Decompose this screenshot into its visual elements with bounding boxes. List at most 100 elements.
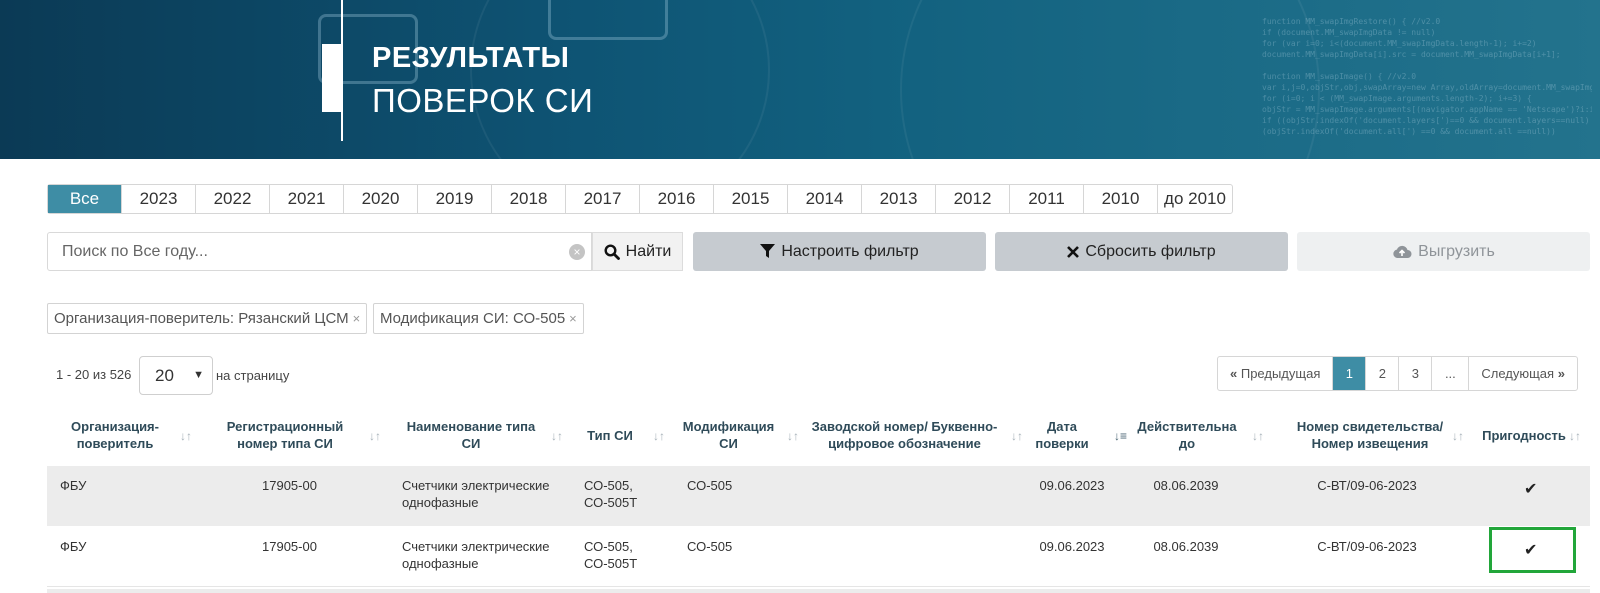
cell-modification: СО-505 <box>687 539 733 554</box>
find-button-label: Найти <box>625 242 672 260</box>
pagination: « Предыдущая 1 2 3 ... Следующая » <box>1217 356 1578 391</box>
sort-icon[interactable]: ↓↑ <box>1252 429 1264 443</box>
clear-icon[interactable]: × <box>569 244 585 260</box>
cell-certificate: С-ВТ/09-06-2023 <box>1317 539 1417 554</box>
sort-icon[interactable]: ↓↑ <box>369 429 381 443</box>
sort-icon[interactable]: ↓↑ <box>551 429 563 443</box>
search-input[interactable] <box>48 233 548 270</box>
cell-valid-until: 08.06.2039 <box>1153 478 1219 493</box>
cell-date: 09.06.2023 <box>1039 539 1105 554</box>
sort-icon[interactable]: ↓↑ <box>1569 429 1581 443</box>
column-header-type[interactable]: Тип СИ <box>580 405 640 465</box>
sort-icon[interactable]: ↓↑ <box>787 429 799 443</box>
tab-year[interactable]: 2012 <box>936 185 1010 213</box>
tab-all[interactable]: Все <box>48 185 122 213</box>
table-row[interactable]: ФБУ 17905-00 Счетчики электрические одно… <box>47 527 1590 587</box>
find-button[interactable]: Найти <box>592 232 683 271</box>
code-line: function MM_swapImgRestore() { //v2.0 <box>1262 17 1441 26</box>
tab-year[interactable]: 2018 <box>492 185 566 213</box>
result-count: 1 - 20 из 526 <box>56 367 132 382</box>
cell-valid-until: 08.06.2039 <box>1153 539 1219 554</box>
banner-code-art: function MM_swapImgRestore() { //v2.0 if … <box>1262 16 1592 137</box>
cell-registration: 17905-00 <box>262 478 317 493</box>
code-line: for (i=0; i < (MM_swapImage.arguments.le… <box>1262 94 1532 103</box>
code-line: for (var i=0; i<(document.MM_swapImgData… <box>1262 39 1537 48</box>
search-box: × <box>47 232 592 271</box>
per-page-select[interactable]: 20 ▼ <box>139 356 213 395</box>
per-page-value: 20 <box>155 366 174 385</box>
remove-chip-icon[interactable]: × <box>569 311 577 326</box>
code-line: function MM_swapImage() { //v2.0 <box>1262 72 1417 81</box>
year-tabs: Все 2023 2022 2021 2020 2019 2018 2017 2016 2015 2… <box>47 184 1233 214</box>
code-line: (objStr.indexOf('document.all[') ==0 && … <box>1262 127 1556 136</box>
column-header-valid-until[interactable]: Действительна до <box>1137 405 1237 465</box>
reset-filter-label: Сбросить фильтр <box>1085 242 1216 260</box>
page-title: РЕЗУЛЬТАТЫ <box>372 42 570 74</box>
banner-accent-bar <box>322 44 342 112</box>
tab-year[interactable]: 2016 <box>640 185 714 213</box>
tab-year[interactable]: 2010 <box>1084 185 1158 213</box>
column-header-suitability[interactable]: Пригодность <box>1479 405 1569 465</box>
column-header-modification[interactable]: Модификация СИ <box>676 405 781 465</box>
sort-icon[interactable]: ↓↑ <box>653 429 665 443</box>
cell-organization: ФБУ <box>60 539 87 554</box>
tab-year[interactable]: 2014 <box>788 185 862 213</box>
code-line: if (document.MM_swapImgData != null) <box>1262 28 1436 37</box>
remove-chip-icon[interactable]: × <box>353 311 361 326</box>
reset-filter-button[interactable]: Сбросить фильтр <box>995 232 1288 271</box>
tab-year[interactable]: 2017 <box>566 185 640 213</box>
tab-year[interactable]: до 2010 <box>1158 185 1232 213</box>
column-header-organization[interactable]: Организация-поверитель <box>55 405 175 465</box>
table-row-partial <box>47 589 1590 593</box>
checkmark-icon: ✔ <box>1524 542 1538 559</box>
next-page-button[interactable]: Следующая » <box>1469 357 1577 390</box>
chevron-down-icon: ▼ <box>193 369 204 381</box>
configure-filter-button[interactable]: Настроить фильтр <box>693 232 986 271</box>
page-3-button[interactable]: 3 <box>1399 357 1433 390</box>
column-header-date[interactable]: Дата поверки <box>1032 405 1092 465</box>
column-header-serial[interactable]: Заводской номер/ Буквенно-цифровое обозн… <box>807 405 1002 465</box>
tab-year[interactable]: 2013 <box>862 185 936 213</box>
cell-date: 09.06.2023 <box>1039 478 1105 493</box>
sort-descending-icon[interactable]: ↓≡ <box>1114 429 1127 443</box>
filter-icon <box>760 244 776 258</box>
column-header-certificate[interactable]: Номер свидетельства/ Номер извещения <box>1295 405 1445 465</box>
export-button[interactable]: Выгрузить <box>1297 232 1590 271</box>
export-label: Выгрузить <box>1418 242 1495 260</box>
tab-year[interactable]: 2019 <box>418 185 492 213</box>
cell-type: СО-505, СО-505Т <box>584 539 638 571</box>
tab-year[interactable]: 2011 <box>1010 185 1084 213</box>
column-header-registration[interactable]: Регистрационный номер типа СИ <box>205 405 365 465</box>
page-1-button[interactable]: 1 <box>1333 357 1367 390</box>
double-chevron-right-icon: » <box>1557 366 1565 381</box>
filter-chip-label: Организация-поверитель: Рязанский ЦСМ <box>54 310 349 327</box>
sort-icon[interactable]: ↓↑ <box>1011 429 1023 443</box>
prev-page-button[interactable]: « Предыдущая <box>1218 357 1334 390</box>
banner-decoration <box>900 0 1320 159</box>
tab-year[interactable]: 2022 <box>196 185 270 213</box>
cell-serial <box>827 466 1007 526</box>
cell-registration: 17905-00 <box>262 539 317 554</box>
prev-page-label: Предыдущая <box>1240 366 1321 381</box>
cell-certificate: С-ВТ/09-06-2023 <box>1317 478 1417 493</box>
header-banner: function MM_swapImgRestore() { //v2.0 if … <box>0 0 1600 159</box>
page-2-button[interactable]: 2 <box>1366 357 1400 390</box>
table-header: Организация-поверитель ↓↑ Регистрационны… <box>47 405 1590 465</box>
cell-organization: ФБУ <box>60 478 87 493</box>
sort-icon[interactable]: ↓↑ <box>180 429 192 443</box>
cell-modification: СО-505 <box>687 478 733 493</box>
tab-year[interactable]: 2015 <box>714 185 788 213</box>
cell-serial <box>827 527 1007 587</box>
cloud-upload-icon <box>1393 245 1412 258</box>
sort-icon[interactable]: ↓↑ <box>1452 429 1464 443</box>
column-header-type-name[interactable]: Наименование типа СИ <box>396 405 546 465</box>
table-row[interactable]: ФБУ 17905-00 Счетчики электрические одно… <box>47 466 1590 526</box>
tab-year[interactable]: 2023 <box>122 185 196 213</box>
tab-year[interactable]: 2021 <box>270 185 344 213</box>
cell-type-name: Счетчики электрические однофазные <box>402 478 550 510</box>
monitor-graphic <box>548 0 668 40</box>
tab-year[interactable]: 2020 <box>344 185 418 213</box>
page-ellipsis: ... <box>1432 357 1470 390</box>
checkmark-icon: ✔ <box>1524 481 1538 498</box>
